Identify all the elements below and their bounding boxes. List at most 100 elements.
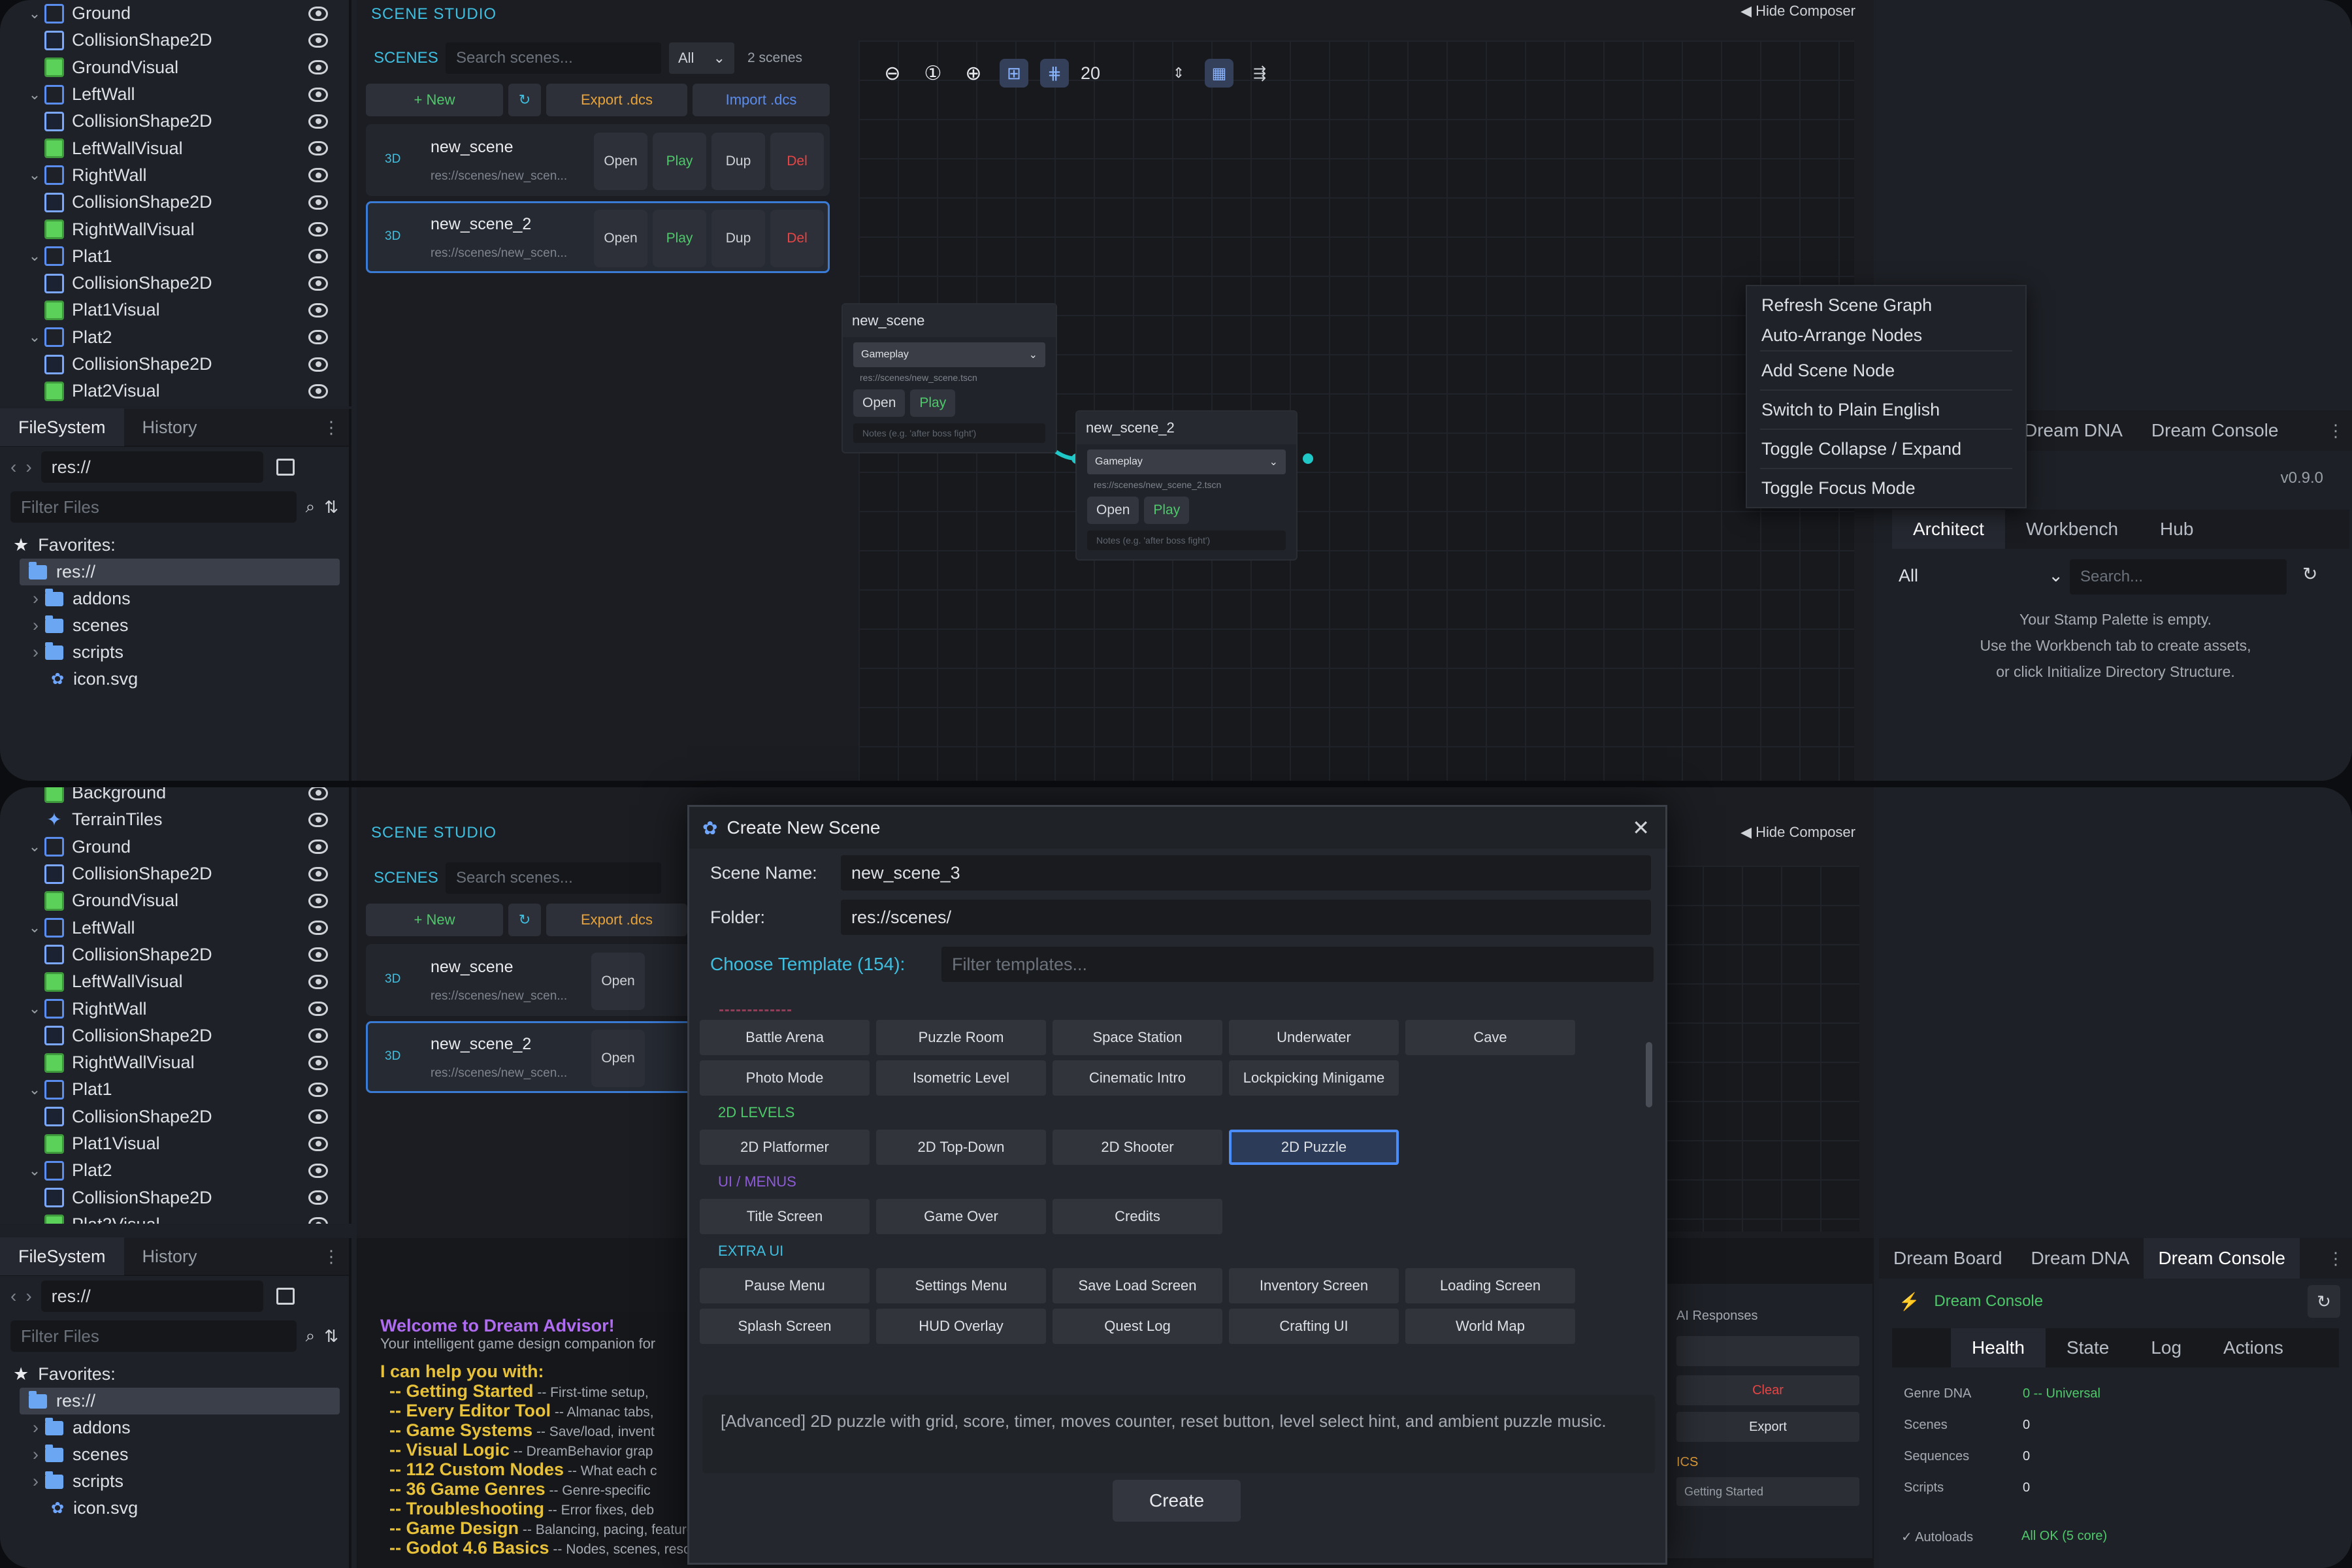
open-button[interactable]: Open (591, 953, 645, 1010)
tab-filesystem[interactable]: FileSystem (0, 408, 124, 446)
new-scene-button[interactable]: + New (366, 84, 503, 116)
tree-node[interactable]: CollisionShape2D (0, 1022, 349, 1049)
folder-scripts[interactable]: › scripts (0, 639, 349, 666)
delete-button[interactable]: Del (770, 210, 824, 267)
template-button[interactable]: Save Load Screen (1053, 1268, 1222, 1303)
sort-icon[interactable]: ⇅ (324, 1326, 338, 1347)
expand-arrow-icon[interactable]: › (33, 642, 39, 662)
template-button[interactable]: Cinematic Intro (1053, 1060, 1222, 1096)
menu-item-auto-arrange[interactable]: Auto-Arrange Nodes (1747, 320, 2025, 350)
tree-node[interactable]: RightWallVisual (0, 1049, 349, 1076)
visibility-eye-icon[interactable] (308, 141, 328, 156)
scene-name-input[interactable]: new_scene_3 (841, 855, 1651, 890)
tree-node[interactable]: CollisionShape2D (0, 1184, 349, 1211)
delete-button[interactable]: Del (770, 133, 824, 190)
template-button[interactable]: Battle Arena (700, 1020, 870, 1055)
menu-item-focus-mode[interactable]: Toggle Focus Mode (1747, 469, 2025, 507)
path-field[interactable]: res:// (41, 1281, 263, 1312)
tree-node[interactable]: ⌄ RightWall (0, 995, 349, 1022)
expand-arrow-icon[interactable]: ⌄ (25, 919, 44, 936)
tab-health[interactable]: Health (1951, 1328, 2046, 1367)
template-button[interactable]: 2D Top-Down (876, 1130, 1046, 1165)
visibility-eye-icon[interactable] (308, 330, 328, 345)
tab-state[interactable]: State (2046, 1328, 2130, 1367)
menu-item-plain-english[interactable]: Switch to Plain English (1747, 391, 2025, 429)
visibility-eye-icon[interactable] (308, 921, 328, 936)
tree-node[interactable]: ⌄ Plat2 (0, 1157, 349, 1184)
expand-arrow-icon[interactable]: ⌄ (25, 86, 44, 103)
open-button[interactable]: Open (594, 133, 647, 190)
export-button[interactable]: Export (1676, 1412, 1859, 1442)
kebab-menu-icon[interactable]: ⋮ (323, 417, 340, 438)
visibility-eye-icon[interactable] (308, 1163, 328, 1178)
folder-addons[interactable]: › addons (0, 1414, 349, 1441)
topic-dropdown[interactable]: Getting Started (1676, 1477, 1859, 1506)
tree-node[interactable]: ⌄ Ground (0, 834, 349, 860)
expand-arrow-icon[interactable]: › (33, 1471, 39, 1492)
tree-node[interactable]: ⌄ LeftWall (0, 914, 349, 941)
visibility-eye-icon[interactable] (308, 357, 328, 372)
menu-item-refresh[interactable]: Refresh Scene Graph (1747, 290, 2025, 320)
folder-input[interactable]: res://scenes/ (841, 900, 1651, 935)
visibility-eye-icon[interactable] (308, 1190, 328, 1205)
export-button[interactable]: Export .dcs (546, 904, 687, 936)
split-view-icon[interactable] (276, 1288, 295, 1305)
menu-item-add-node[interactable]: Add Scene Node (1747, 351, 2025, 389)
node-play-button[interactable]: Play (1144, 497, 1190, 524)
visibility-eye-icon[interactable] (308, 974, 328, 989)
template-button[interactable]: 2D Shooter (1053, 1130, 1222, 1165)
root-folder-row[interactable]: res:// (20, 559, 340, 585)
template-button[interactable]: Loading Screen (1405, 1268, 1575, 1303)
visibility-eye-icon[interactable] (308, 1002, 328, 1017)
tree-node[interactable]: RightWallVisual (0, 216, 349, 242)
hide-composer-button[interactable]: ◀ Hide Composer (1740, 3, 1855, 20)
kebab-menu-icon[interactable]: ⋮ (2327, 421, 2344, 441)
favorites-row[interactable]: ★ Favorites: (0, 532, 349, 559)
expand-arrow-icon[interactable]: ⌄ (25, 1162, 44, 1179)
tree-node[interactable]: CollisionShape2D (0, 1103, 349, 1130)
create-button[interactable]: Create (1113, 1480, 1241, 1522)
export-button[interactable]: Export .dcs (546, 84, 687, 116)
template-button[interactable]: Underwater (1229, 1020, 1399, 1055)
kebab-menu-icon[interactable]: ⋮ (323, 1247, 340, 1267)
expand-arrow-icon[interactable]: › (33, 589, 39, 609)
visibility-eye-icon[interactable] (308, 1136, 328, 1151)
tree-node[interactable]: CollisionShape2D (0, 351, 349, 378)
template-button[interactable]: Inventory Screen (1229, 1268, 1399, 1303)
visibility-eye-icon[interactable] (308, 1109, 328, 1124)
node-notes-input[interactable]: Notes (e.g. 'after boss fight') (1087, 531, 1286, 550)
visibility-eye-icon[interactable] (308, 812, 328, 827)
visibility-eye-icon[interactable] (308, 60, 328, 75)
template-button[interactable]: Puzzle Room (876, 1020, 1046, 1055)
tab-dream-console[interactable]: Dream Console (2137, 410, 2293, 451)
expand-arrow-icon[interactable]: ⌄ (25, 1081, 44, 1098)
node-category-dropdown[interactable]: Gameplay ⌄ (853, 342, 1045, 367)
tab-filesystem[interactable]: FileSystem (0, 1237, 124, 1275)
expand-arrow-icon[interactable]: › (33, 1445, 39, 1465)
filter-files-input[interactable]: Filter Files (10, 1320, 297, 1352)
refresh-icon[interactable]: ↻ (2302, 563, 2317, 585)
graph-node[interactable]: new_scene_2 Gameplay ⌄ res://scenes/new_s… (1075, 410, 1298, 561)
path-field[interactable]: res:// (41, 451, 263, 483)
visibility-eye-icon[interactable] (308, 222, 328, 237)
visibility-eye-icon[interactable] (308, 276, 328, 291)
tree-node[interactable]: ✦ TerrainTiles (0, 806, 349, 833)
expand-arrow-icon[interactable]: ⌄ (25, 1000, 44, 1017)
template-button[interactable]: Settings Menu (876, 1268, 1046, 1303)
template-filter-input[interactable]: Filter templates... (941, 947, 1654, 982)
template-button[interactable]: Crafting UI (1229, 1309, 1399, 1344)
scene-card[interactable]: 3D new_scene res://scenes/new_scen... Op… (366, 124, 830, 196)
visibility-eye-icon[interactable] (308, 947, 328, 962)
template-button[interactable]: Isometric Level (876, 1060, 1046, 1096)
tree-node[interactable]: ⌄ Ground (0, 0, 349, 27)
kebab-menu-icon[interactable]: ⋮ (2327, 1249, 2344, 1269)
import-button[interactable]: Import .dcs (693, 84, 830, 116)
open-button[interactable]: Open (594, 210, 647, 267)
expand-arrow-icon[interactable]: ⌄ (25, 167, 44, 184)
tree-node[interactable]: GroundVisual (0, 54, 349, 81)
expand-arrow-icon[interactable]: › (33, 615, 39, 636)
tab-history[interactable]: History (124, 1237, 216, 1275)
template-button[interactable]: Cave (1405, 1020, 1575, 1055)
visibility-eye-icon[interactable] (308, 87, 328, 102)
scene-search-input[interactable]: Search scenes... (446, 42, 661, 74)
